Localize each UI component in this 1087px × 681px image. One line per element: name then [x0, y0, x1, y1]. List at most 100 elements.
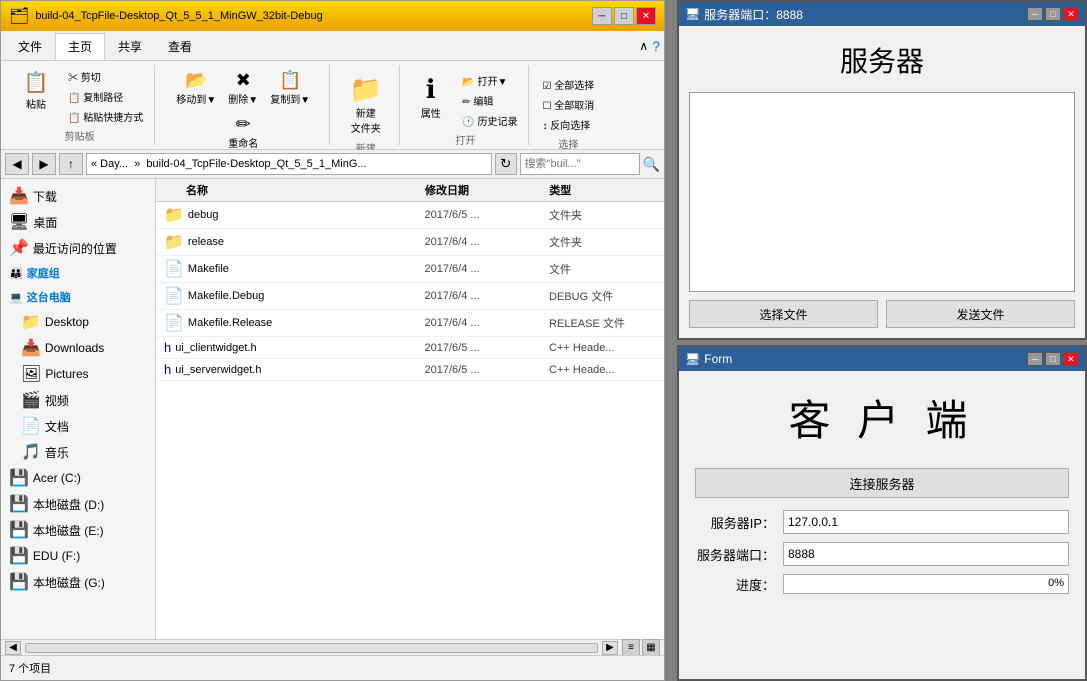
- server-window-icon: 🖥: [685, 7, 700, 21]
- invert-selection-button[interactable]: ↕ 反向选择: [537, 115, 599, 134]
- scroll-left-button[interactable]: ◀: [5, 641, 21, 655]
- col-name-header[interactable]: 名称: [156, 182, 425, 198]
- server-log-area[interactable]: [689, 92, 1075, 292]
- search-icon[interactable]: 🔍: [643, 156, 660, 173]
- new-folder-button[interactable]: 📁 新建文件夹: [338, 67, 393, 138]
- search-input[interactable]: [520, 153, 640, 175]
- sidebar-item-drive-d[interactable]: 💾 本地磁盘 (D:): [1, 491, 155, 517]
- tab-share[interactable]: 共享: [105, 33, 155, 60]
- recent-icon: 📌: [9, 238, 29, 258]
- cut-button[interactable]: ✂ 剪切: [63, 67, 148, 86]
- scroll-right-button[interactable]: ▶: [602, 641, 618, 655]
- server-port-input[interactable]: [783, 542, 1069, 566]
- sidebar-item-pc-desktop[interactable]: 📁 Desktop: [1, 309, 155, 335]
- sidebar-item-downloads[interactable]: 📥 Downloads: [1, 335, 155, 361]
- explorer-maximize-button[interactable]: □: [614, 7, 634, 25]
- col-date-header[interactable]: 修改日期: [425, 182, 549, 198]
- form-maximize-button[interactable]: □: [1045, 352, 1061, 366]
- tab-view[interactable]: 查看: [155, 33, 205, 60]
- file-icon-makefile: 📄: [164, 259, 184, 279]
- file-date-makefile-release: 2017/6/4 ...: [425, 317, 550, 329]
- drive-c-icon: 💾: [9, 468, 29, 488]
- ribbon-content: 📋 粘贴 ✂ 剪切 📋 复制路径 📋 粘贴快捷方式 剪贴板 📂 移: [1, 61, 664, 149]
- sidebar-item-download[interactable]: 📥 下载: [1, 183, 155, 209]
- tab-home[interactable]: 主页: [55, 33, 105, 60]
- edit-button[interactable]: ✏ 编辑: [457, 91, 522, 110]
- back-button[interactable]: ◀: [5, 153, 29, 175]
- select-file-button[interactable]: 选择文件: [689, 300, 878, 328]
- file-row-makefile-debug[interactable]: 📄 Makefile.Debug 2017/6/4 ... DEBUG 文件: [156, 283, 664, 310]
- sidebar-section-thispc[interactable]: 💻 这台电脑: [1, 285, 155, 309]
- ribbon-group-organize: 📂 移动到▼ ✖ 删除▼ 📋 复制到▼ ✏ 重命名: [157, 65, 330, 145]
- explorer-close-button[interactable]: ✕: [636, 7, 656, 25]
- server-label: 服务器: [689, 36, 1075, 84]
- delete-button[interactable]: ✖ 删除▼: [223, 67, 263, 109]
- connect-server-button[interactable]: 连接服务器: [695, 468, 1069, 498]
- sidebar-item-drive-g[interactable]: 💾 本地磁盘 (G:): [1, 569, 155, 595]
- send-file-button[interactable]: 发送文件: [886, 300, 1075, 328]
- sidebar-item-drive-c[interactable]: 💾 Acer (C:): [1, 465, 155, 491]
- properties-button[interactable]: ℹ 属性: [408, 67, 453, 130]
- tab-file[interactable]: 文件: [5, 33, 55, 60]
- explorer-minimize-button[interactable]: ─: [592, 7, 612, 25]
- sidebar-item-drive-g-label: 本地磁盘 (G:): [33, 574, 105, 591]
- copy-to-button[interactable]: 📋 复制到▼: [265, 67, 315, 109]
- sidebar-section-homegroup[interactable]: 👪 家庭组: [1, 261, 155, 285]
- open-button[interactable]: 📂 打开▼: [457, 71, 522, 90]
- server-title-controls: ─ □ ✕: [1027, 7, 1079, 21]
- select-none-button[interactable]: ☐ 全部取消: [537, 95, 599, 114]
- move-to-icon: 📂: [185, 70, 207, 91]
- server-maximize-button[interactable]: □: [1045, 7, 1061, 21]
- file-row-makefile-release[interactable]: 📄 Makefile.Release 2017/6/4 ... RELEASE …: [156, 310, 664, 337]
- file-row-release[interactable]: 📁 release 2017/6/4 ... 文件夹: [156, 229, 664, 256]
- list-view-button[interactable]: ≡: [622, 639, 640, 657]
- folder-icon-debug: 📁: [164, 205, 184, 225]
- server-close-button[interactable]: ✕: [1063, 7, 1079, 21]
- history-button[interactable]: 🕐 历史记录: [457, 111, 522, 130]
- sidebar-item-music[interactable]: 🎵 音乐: [1, 439, 155, 465]
- horizontal-scrollbar[interactable]: [25, 643, 598, 653]
- move-to-button[interactable]: 📂 移动到▼: [171, 67, 221, 109]
- drive-g-icon: 💾: [9, 572, 29, 592]
- paste-button[interactable]: 📋 粘贴: [11, 67, 61, 126]
- paste-shortcut-button[interactable]: 📋 粘贴快捷方式: [63, 107, 148, 126]
- col-type-header[interactable]: 类型: [549, 182, 664, 198]
- file-row-makefile[interactable]: 📄 Makefile 2017/6/4 ... 文件: [156, 256, 664, 283]
- detail-view-button[interactable]: ▦: [642, 639, 660, 657]
- rename-button[interactable]: ✏ 重命名: [223, 111, 263, 153]
- forward-button[interactable]: ▶: [32, 153, 56, 175]
- pc-desktop-icon: 📁: [21, 312, 41, 332]
- rename-icon: ✏: [236, 114, 251, 135]
- progress-value: 0%: [1048, 577, 1064, 589]
- refresh-button[interactable]: ↻: [495, 153, 517, 175]
- explorer-window-icon: 🗂: [9, 6, 29, 26]
- select-all-button[interactable]: ☑ 全部选择: [537, 75, 599, 94]
- form-close-button[interactable]: ✕: [1063, 352, 1079, 366]
- sidebar-item-recent[interactable]: 📌 最近访问的位置: [1, 235, 155, 261]
- file-type-makefile-release: RELEASE 文件: [549, 315, 664, 331]
- sidebar-item-drive-f[interactable]: 💾 EDU (F:): [1, 543, 155, 569]
- address-input[interactable]: [86, 153, 492, 175]
- form-body: 客 户 端 连接服务器 服务器IP： 服务器端口： 进度： 0%: [679, 371, 1085, 602]
- file-row-ui-client[interactable]: h ui_clientwidget.h 2017/6/5 ... C++ Hea…: [156, 337, 664, 359]
- sidebar-item-pictures[interactable]: 🖼 Pictures: [1, 361, 155, 387]
- sidebar-item-docs[interactable]: 📄 文档: [1, 413, 155, 439]
- file-date-makefile-debug: 2017/6/4 ...: [425, 290, 550, 302]
- downloads-folder-icon: 📥: [21, 338, 41, 358]
- form-minimize-button[interactable]: ─: [1027, 352, 1043, 366]
- ribbon-help-icon[interactable]: ?: [652, 38, 660, 54]
- client-label: 客 户 端: [695, 379, 1069, 456]
- file-row-ui-server[interactable]: h ui_serverwidget.h 2017/6/5 ... C++ Hea…: [156, 359, 664, 381]
- homegroup-label: 家庭组: [27, 265, 60, 281]
- ribbon-collapse-icon[interactable]: ∧: [639, 39, 648, 53]
- sidebar-item-desktop[interactable]: 🖥 桌面: [1, 209, 155, 235]
- copy-path-button[interactable]: 📋 复制路径: [63, 87, 148, 106]
- up-button[interactable]: ↑: [59, 153, 83, 175]
- sidebar-item-drive-e[interactable]: 💾 本地磁盘 (E:): [1, 517, 155, 543]
- sidebar-item-download-label: 下载: [33, 188, 57, 205]
- server-minimize-button[interactable]: ─: [1027, 7, 1043, 21]
- open-small-buttons: 📂 打开▼ ✏ 编辑 🕐 历史记录: [457, 71, 522, 130]
- server-ip-input[interactable]: [783, 510, 1069, 534]
- file-row-debug[interactable]: 📁 debug 2017/6/5 ... 文件夹: [156, 202, 664, 229]
- sidebar-item-video[interactable]: 🎬 视频: [1, 387, 155, 413]
